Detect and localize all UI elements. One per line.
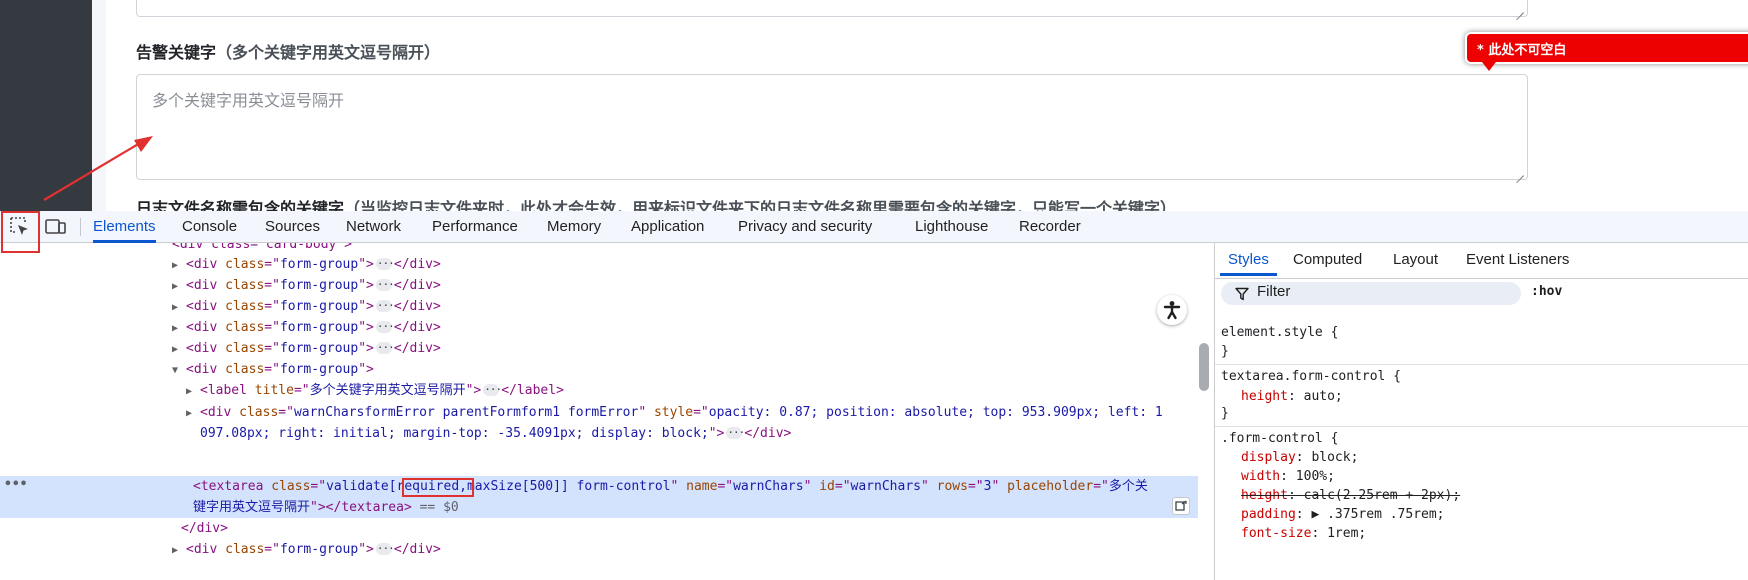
css-prop-height-overridden[interactable]: height: calc(2.25rem + 2px);	[1241, 486, 1460, 505]
css-prop-height[interactable]: height: auto;	[1241, 387, 1343, 406]
rule-divider	[1215, 364, 1748, 365]
styles-tab-event-listeners[interactable]: Event Listeners	[1466, 243, 1569, 277]
dom-node-close-div[interactable]: </div>	[181, 518, 228, 539]
dom-node-label[interactable]: ▶<label title="多个关键字用英文逗号隔开"></label>	[186, 379, 564, 402]
tab-network[interactable]: Network	[346, 211, 401, 243]
styles-tab-layout[interactable]: Layout	[1393, 243, 1438, 277]
dom-node-form-group[interactable]: ▶<div class="form-group"></div>	[172, 538, 441, 561]
expand-triangle-icon[interactable]: ▶	[186, 403, 200, 424]
web-page-area: 告警关键字（多个关键字用英文逗号隔开） 多个关键字用英文逗号隔开 日志文件名称需…	[0, 0, 1748, 211]
expand-triangle-icon[interactable]: ▶	[172, 297, 186, 318]
previous-textarea[interactable]	[136, 0, 1528, 17]
collapsed-content-icon[interactable]	[375, 538, 394, 559]
inspect-highlight-box	[1, 211, 40, 253]
dom-node-textarea[interactable]: <textarea class="validate[required,maxSi…	[193, 476, 1148, 497]
css-prop-width[interactable]: width: 100%;	[1241, 467, 1335, 486]
styles-sidebar: Styles Computed Layout Event Listeners Filt…	[1214, 243, 1748, 580]
collapsed-content-icon[interactable]	[726, 422, 744, 443]
resize-grip-icon[interactable]	[1516, 168, 1524, 176]
collapsed-content-icon[interactable]	[375, 274, 394, 295]
dom-node-form-group[interactable]: ▶<div class="form-group"></div>	[172, 316, 441, 339]
ai-assist-icon[interactable]	[1172, 497, 1190, 515]
styles-filter-input[interactable]: Filter	[1221, 282, 1521, 305]
elements-dom-tree[interactable]: ••• <div class="card-body"> ▶ <div class=…	[0, 243, 1213, 580]
collapsed-content-icon[interactable]	[375, 295, 394, 316]
devtools-toolbar: Elements Console Sources Network Performance…	[0, 211, 1748, 243]
validation-error-tooltip: * 此处不可空白	[1465, 32, 1748, 64]
styles-tab-styles[interactable]: Styles	[1220, 243, 1277, 277]
dom-node-form-group[interactable]: ▶<div class="form-group"></div>	[172, 274, 441, 297]
css-rule-close: }	[1221, 406, 1229, 421]
warn-chars-textarea[interactable]: 多个关键字用英文逗号隔开	[136, 74, 1528, 180]
css-prop-display[interactable]: display: block;	[1241, 448, 1358, 467]
filter-icon	[1235, 287, 1249, 301]
dom-node-form-group[interactable]: ▶<div class="form-group"></div>	[172, 253, 441, 276]
dom-node-form-group[interactable]: ▶<div class="form-group"></div>	[172, 337, 441, 360]
dom-scrollbar-thumb[interactable]	[1199, 343, 1209, 391]
tab-lighthouse[interactable]: Lighthouse	[915, 211, 988, 243]
log-filename-keyword-label: 日志文件名称需包含的关键字（当监控日志文件夹时，此处才会生效，用来标识文件夹下的…	[136, 199, 1177, 211]
dom-node-form-group[interactable]: ▶<div class="form-group"></div>	[172, 295, 441, 318]
toolbar-divider	[80, 218, 81, 236]
css-selector-textarea-form-control[interactable]: textarea.form-control {	[1221, 367, 1401, 386]
tab-elements[interactable]: Elements	[93, 211, 156, 243]
tab-recorder[interactable]: Recorder	[1019, 211, 1081, 243]
tab-privacy-and-security[interactable]: Privacy and security	[738, 211, 872, 243]
rule-divider	[1215, 426, 1748, 427]
collapse-triangle-icon[interactable]: ▼	[172, 360, 186, 381]
annotation-arrow-icon	[43, 136, 153, 201]
collapsed-content-icon[interactable]	[483, 379, 501, 400]
collapsed-content-icon[interactable]	[375, 316, 394, 337]
css-selector-form-control[interactable]: .form-control {	[1221, 429, 1338, 448]
device-toolbar-icon[interactable]	[43, 214, 69, 240]
dom-node-warn-div[interactable]: ▶ <div class="warnCharsformError parentFo…	[186, 402, 1163, 423]
css-rule-close: }	[1221, 344, 1229, 359]
hover-state-toggle[interactable]: :hov	[1531, 284, 1562, 299]
expand-triangle-icon[interactable]: ▶	[172, 318, 186, 339]
expand-triangle-icon[interactable]: ▶	[186, 381, 200, 402]
styles-tabbar: Styles Computed Layout Event Listeners	[1215, 243, 1748, 279]
devtools-panel: Elements Console Sources Network Performance…	[0, 211, 1748, 580]
expand-triangle-icon[interactable]: ▶	[172, 339, 186, 360]
expand-triangle-icon[interactable]: ▶	[172, 540, 186, 561]
accessibility-icon[interactable]	[1157, 295, 1187, 325]
collapsed-content-icon[interactable]	[375, 337, 394, 358]
dom-node-form-group-expanded[interactable]: ▼ <div class="form-group">	[172, 359, 374, 380]
resize-grip-icon[interactable]	[1516, 5, 1524, 13]
expand-triangle-icon[interactable]: ▶	[172, 255, 186, 276]
tooltip-arrow-icon	[1482, 62, 1496, 71]
css-selector-element-style[interactable]: element.style {	[1221, 323, 1338, 342]
tab-console[interactable]: Console	[182, 211, 237, 243]
tab-memory[interactable]: Memory	[547, 211, 601, 243]
tab-application[interactable]: Application	[631, 211, 704, 243]
css-prop-padding[interactable]: padding: ▶ .375rem .75rem;	[1241, 505, 1445, 524]
css-prop-font-size[interactable]: font-size: 1rem;	[1241, 524, 1366, 543]
dom-node-textarea-cont[interactable]: 键字用英文逗号隔开"></textarea> == $0	[193, 497, 459, 518]
dom-node-warn-div-cont[interactable]: 097.08px; right: initial; margin-top: -3…	[200, 422, 791, 444]
expand-triangle-icon[interactable]: ▶	[172, 276, 186, 297]
collapsed-content-icon[interactable]	[375, 253, 394, 274]
node-menu-icon[interactable]: •••	[4, 477, 27, 492]
tab-performance[interactable]: Performance	[432, 211, 518, 243]
styles-tab-computed[interactable]: Computed	[1293, 243, 1362, 277]
tab-sources[interactable]: Sources	[265, 211, 320, 243]
required-highlight-box	[402, 478, 474, 497]
